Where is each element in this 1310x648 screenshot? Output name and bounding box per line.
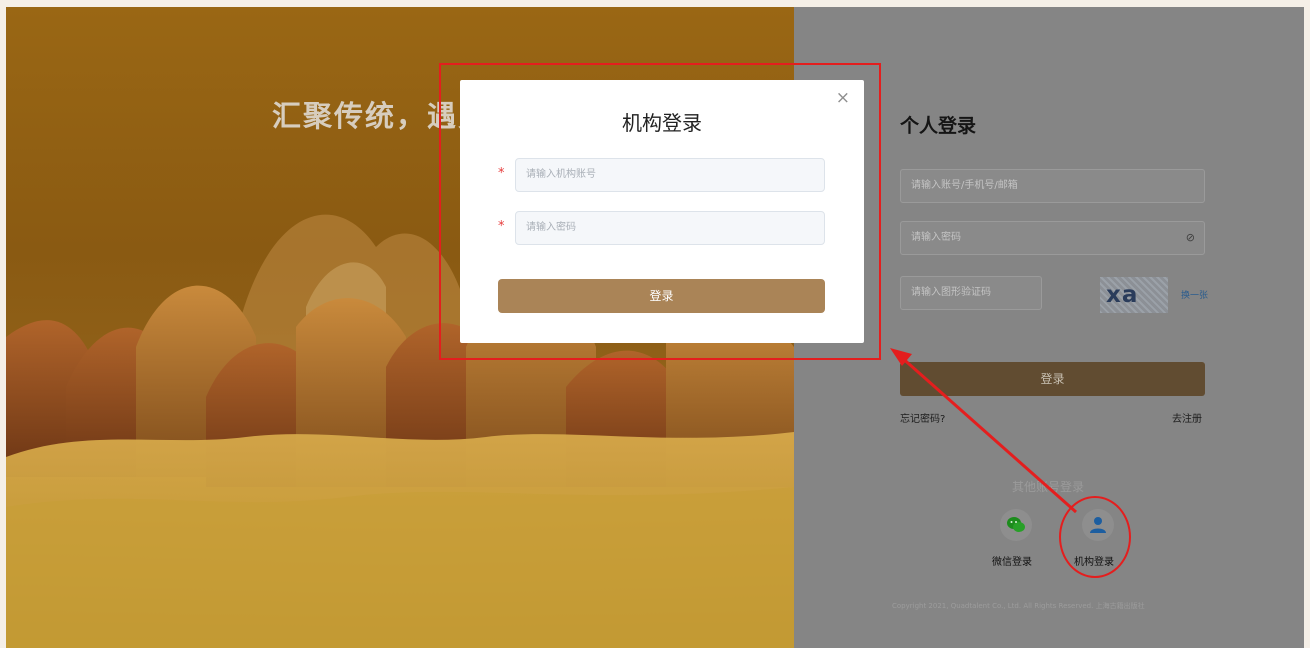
slogan-text: 汇聚传统，遇见 xyxy=(272,99,490,133)
personal-login-button[interactable]: 登录 xyxy=(900,362,1205,396)
required-mark: * xyxy=(498,219,505,234)
captcha-text: xa xyxy=(1106,282,1139,308)
org-login-button[interactable]: 登录 xyxy=(498,279,825,313)
password-placeholder: 请输入密码 xyxy=(911,232,961,243)
org-login-title: 机构登录 xyxy=(622,111,702,135)
wechat-icon xyxy=(1007,517,1025,532)
org-login-modal: × 机构登录 * 请输入机构账号 * 请输入密码 登录 xyxy=(460,80,864,343)
org-password-placeholder: 请输入密码 xyxy=(526,222,576,233)
wechat-login-label: 微信登录 xyxy=(992,557,1032,568)
captcha-image[interactable]: xa xyxy=(1100,277,1168,313)
personal-login-panel: 个人登录 请输入账号/手机号/邮箱 请输入密码 ⊘ 请输入图形验证码 xa 换一… xyxy=(794,7,1304,648)
eye-off-icon[interactable]: ⊘ xyxy=(1186,222,1195,254)
account-input[interactable]: 请输入账号/手机号/邮箱 xyxy=(900,169,1205,203)
copyright-text: Copyright 2021, Quadtalent Co., Ltd. All… xyxy=(892,602,1145,610)
user-icon xyxy=(1090,517,1106,533)
org-password-input[interactable]: 请输入密码 xyxy=(515,211,825,245)
swap-captcha-link[interactable]: 换一张 xyxy=(1181,288,1208,301)
forgot-password-link[interactable]: 忘记密码? xyxy=(900,410,945,425)
wechat-login-button[interactable] xyxy=(1000,509,1032,541)
captcha-input[interactable]: 请输入图形验证码 xyxy=(900,276,1042,310)
register-link[interactable]: 去注册 xyxy=(1172,410,1202,425)
personal-login-title: 个人登录 xyxy=(900,115,977,137)
captcha-placeholder: 请输入图形验证码 xyxy=(911,287,991,298)
org-login-label: 机构登录 xyxy=(1074,557,1114,568)
org-account-placeholder: 请输入机构账号 xyxy=(526,169,596,180)
other-login-methods-label: 其他账号登录 xyxy=(1012,480,1085,494)
account-placeholder: 请输入账号/手机号/邮箱 xyxy=(911,180,1018,191)
org-login-button[interactable] xyxy=(1082,509,1114,541)
org-account-input[interactable]: 请输入机构账号 xyxy=(515,158,825,192)
required-mark: * xyxy=(498,166,505,181)
close-icon[interactable]: × xyxy=(836,90,850,107)
password-input[interactable]: 请输入密码 ⊘ xyxy=(900,221,1205,255)
